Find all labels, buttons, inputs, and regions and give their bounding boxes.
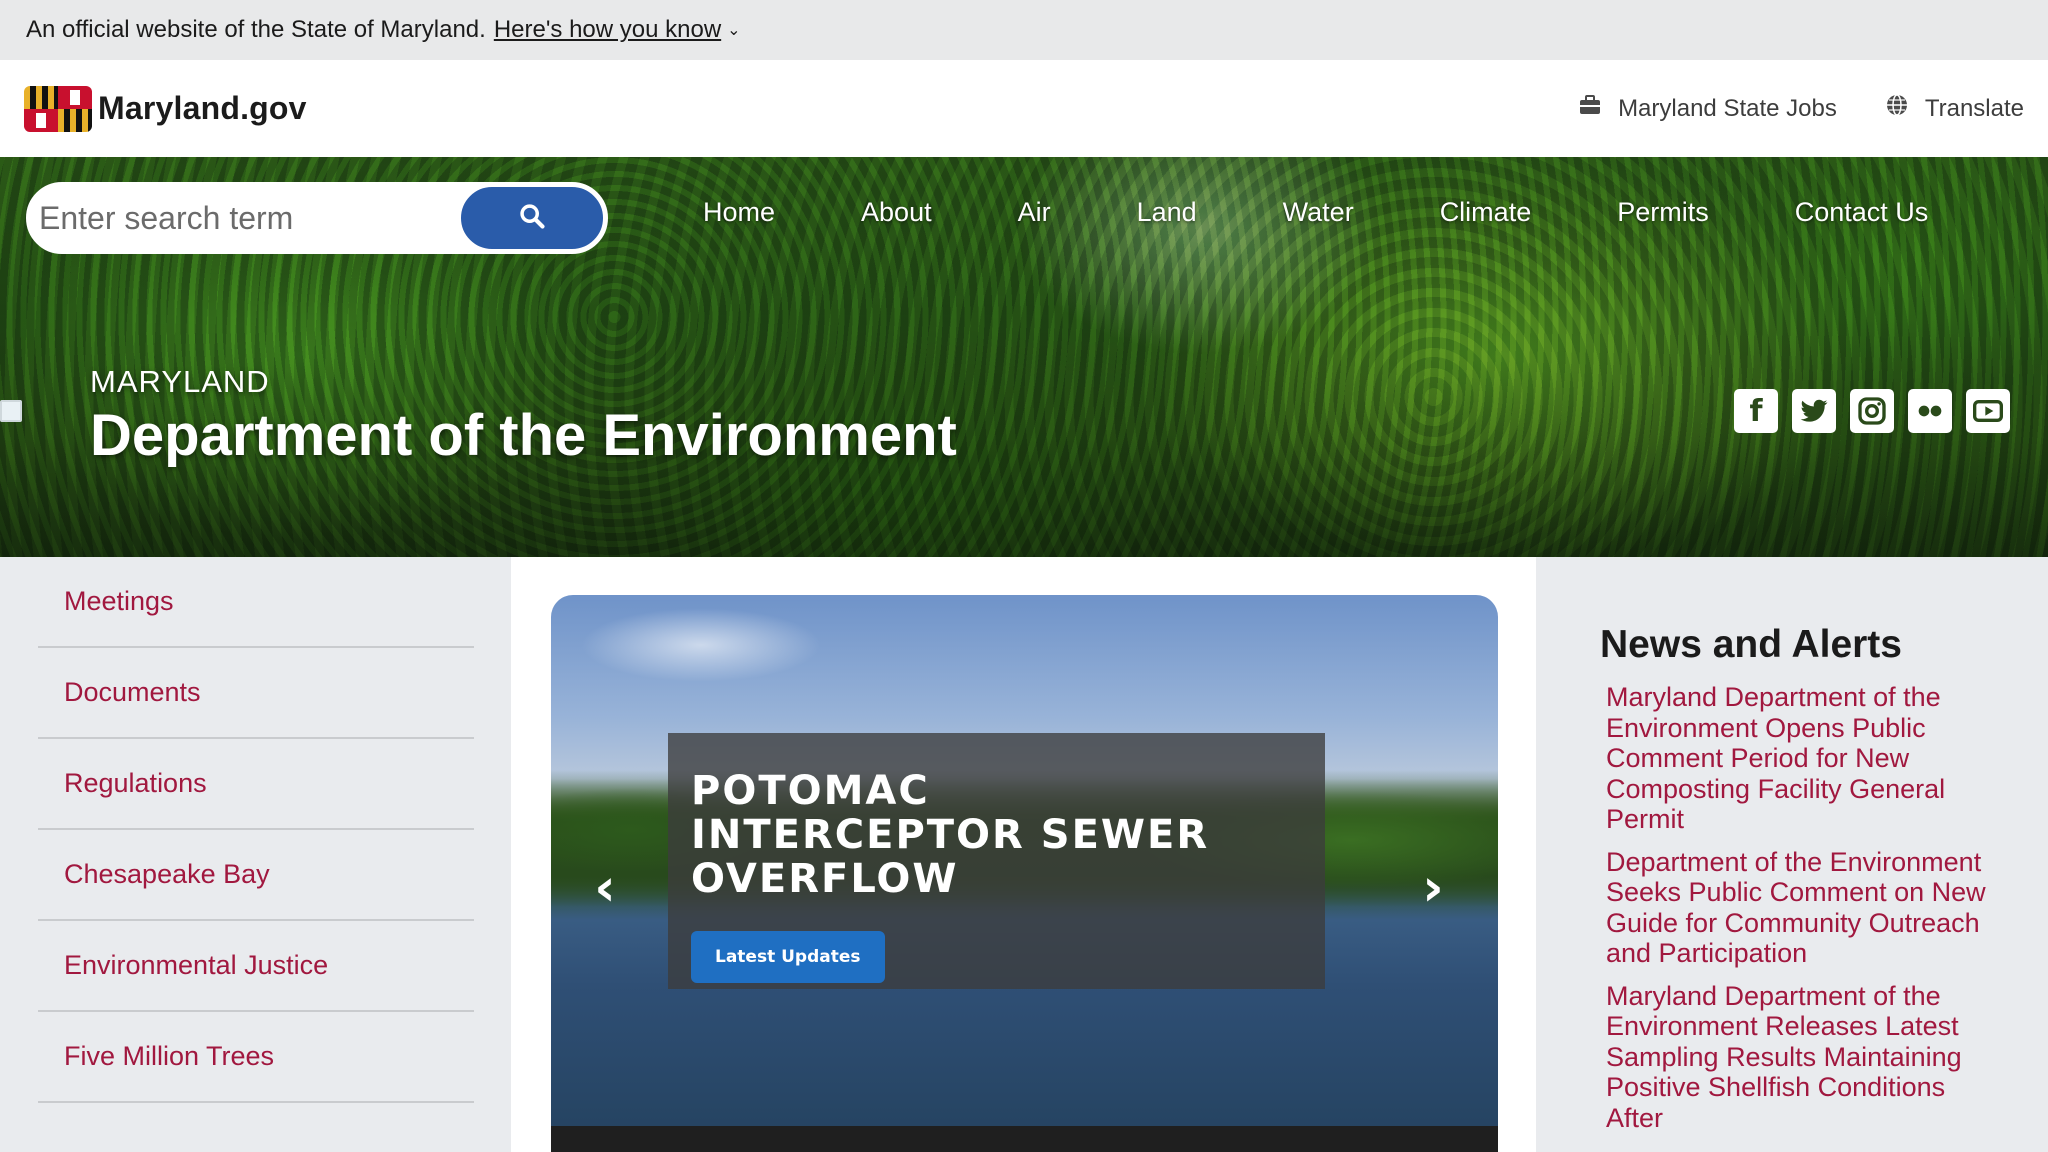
nav-home[interactable]: Home: [660, 197, 818, 228]
sidebar-item-environmental-justice[interactable]: Environmental Justice: [38, 921, 474, 1012]
carousel-prev-arrow-icon[interactable]: ‹: [585, 858, 625, 918]
news-item[interactable]: Department of the Environment Seeks Publ…: [1606, 847, 2006, 969]
sidebar-nav: Meetings Documents Regulations Chesapeak…: [38, 557, 474, 1103]
news-list: Maryland Department of the Environment O…: [1606, 682, 2006, 1145]
search-form: [26, 182, 608, 254]
youtube-icon[interactable]: [1966, 389, 2010, 433]
maryland-flag-icon: [24, 85, 92, 132]
sidebar-item-five-million-trees[interactable]: Five Million Trees: [38, 1012, 474, 1103]
search-icon: [518, 202, 546, 235]
translate-link[interactable]: Translate: [1885, 93, 2024, 124]
nav-contact-us[interactable]: Contact Us: [1752, 197, 1972, 228]
flickr-icon[interactable]: [1908, 389, 1952, 433]
main-navigation: Home About Air Land Water Climate Permit…: [660, 197, 1971, 228]
carousel-controls-bar: [551, 1126, 1498, 1152]
utility-links: Maryland State Jobs Translate: [1578, 93, 2024, 124]
social-links: f: [1734, 389, 2010, 433]
official-banner-text: An official website of the State of Mary…: [26, 16, 486, 43]
nav-land[interactable]: Land: [1094, 197, 1240, 228]
department-subtitle: MARYLAND: [90, 364, 270, 399]
main-content: POTOMAC INTERCEPTOR SEWER OVERFLOW Lates…: [511, 557, 1536, 1152]
twitter-icon[interactable]: [1792, 389, 1836, 433]
globe-icon: [1885, 93, 1909, 124]
facebook-icon[interactable]: f: [1734, 389, 1778, 433]
sidebar-item-documents[interactable]: Documents: [38, 648, 474, 739]
nav-water[interactable]: Water: [1240, 197, 1397, 228]
department-title[interactable]: MARYLAND Department of the Environment: [90, 364, 957, 469]
chevron-down-icon[interactable]: ⌄: [727, 20, 740, 40]
maryland-gov-logo[interactable]: Maryland.gov: [24, 85, 307, 132]
department-name: Department of the Environment: [90, 403, 957, 468]
left-sidebar: Meetings Documents Regulations Chesapeak…: [0, 557, 511, 1152]
search-input[interactable]: [29, 185, 459, 251]
broken-image-icon: [0, 400, 22, 422]
instagram-icon[interactable]: [1850, 389, 1894, 433]
sidebar-item-meetings[interactable]: Meetings: [38, 557, 474, 648]
slide-title: POTOMAC INTERCEPTOR SEWER OVERFLOW: [691, 768, 1210, 902]
news-item[interactable]: Maryland Department of the Environment R…: [1606, 981, 2006, 1134]
state-jobs-label: Maryland State Jobs: [1618, 94, 1837, 122]
sidebar-item-chesapeake-bay[interactable]: Chesapeake Bay: [38, 830, 474, 921]
maryland-gov-logo-text: Maryland.gov: [98, 90, 307, 126]
news-item[interactable]: Maryland Department of the Environment O…: [1606, 682, 2006, 835]
news-sidebar: News and Alerts Maryland Department of t…: [1536, 557, 2048, 1152]
translate-label: Translate: [1924, 94, 2024, 122]
nav-about[interactable]: About: [818, 197, 975, 228]
maryland-gov-header: Maryland.gov Maryland State Jobs Transla…: [0, 60, 2048, 157]
slide-caption: POTOMAC INTERCEPTOR SEWER OVERFLOW Lates…: [668, 733, 1325, 989]
news-heading: News and Alerts: [1600, 623, 1902, 666]
sidebar-item-regulations[interactable]: Regulations: [38, 739, 474, 830]
featured-carousel: POTOMAC INTERCEPTOR SEWER OVERFLOW Lates…: [551, 595, 1498, 1152]
search-button[interactable]: [459, 185, 605, 251]
how-you-know-link[interactable]: Here's how you know: [494, 16, 721, 44]
nav-climate[interactable]: Climate: [1397, 197, 1575, 228]
nav-permits[interactable]: Permits: [1574, 197, 1752, 228]
nav-air[interactable]: Air: [975, 197, 1094, 228]
hero-banner: Home About Air Land Water Climate Permit…: [0, 157, 2048, 557]
carousel-next-arrow-icon[interactable]: ›: [1413, 858, 1453, 918]
official-website-banner: An official website of the State of Mary…: [0, 0, 2048, 60]
briefcase-icon: [1578, 93, 1602, 124]
latest-updates-button[interactable]: Latest Updates: [691, 931, 885, 983]
state-jobs-link[interactable]: Maryland State Jobs: [1578, 93, 1837, 124]
